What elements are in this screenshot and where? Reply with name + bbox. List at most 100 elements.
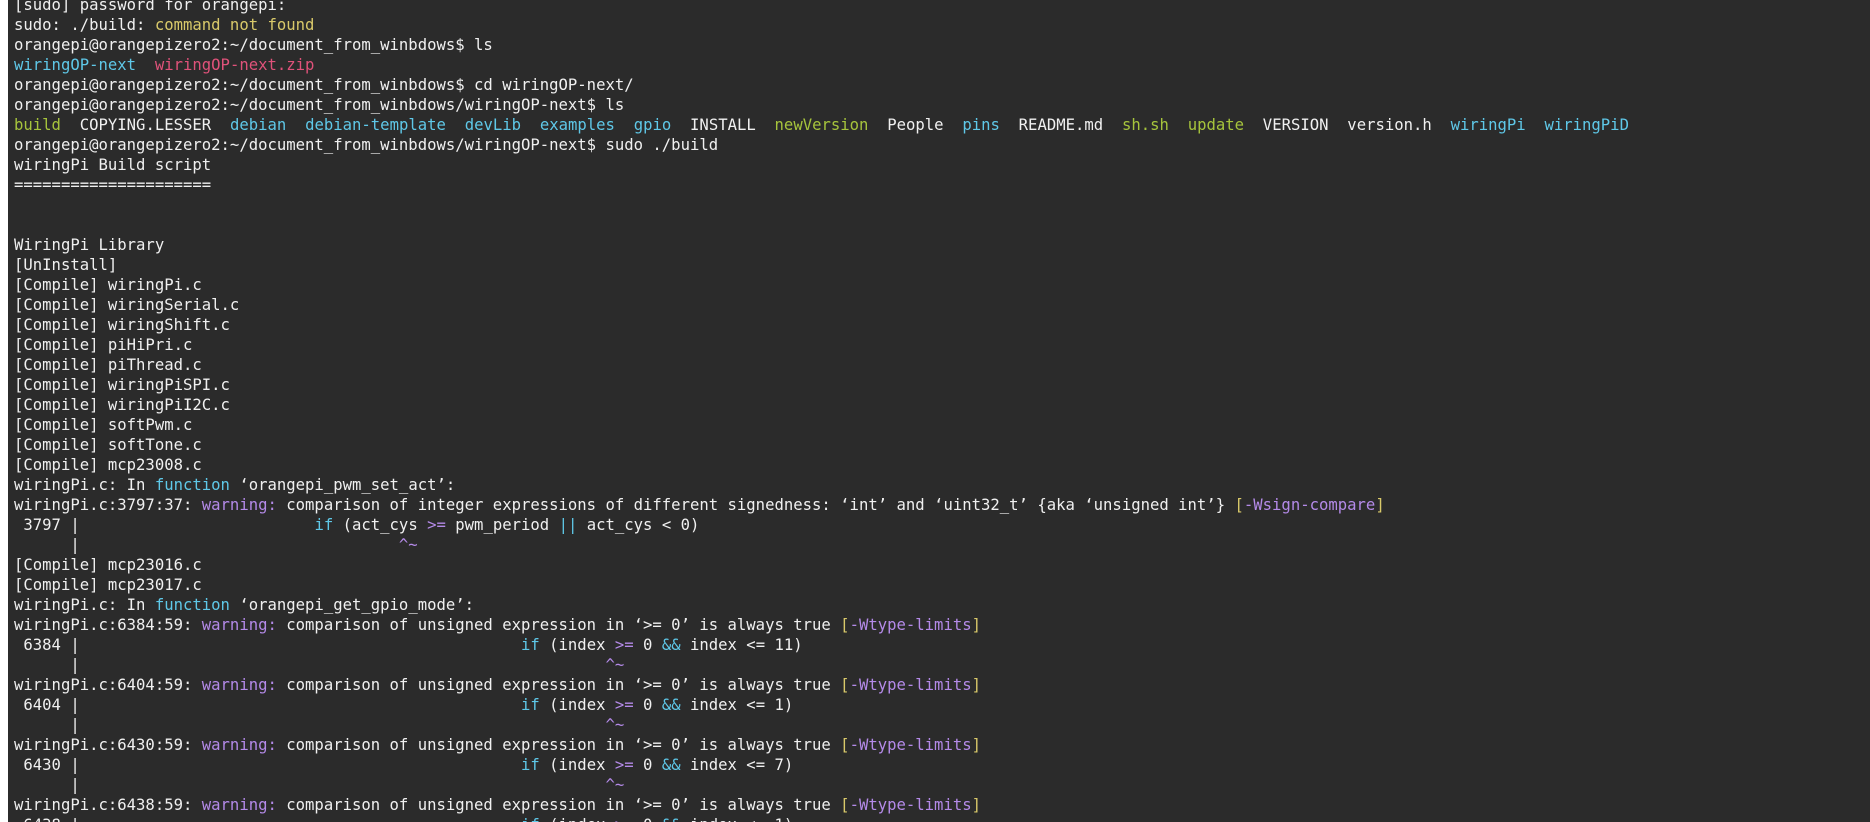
terminal-text-segment: orangepi@orangepizero2:~/document_from_w… [14,36,493,54]
terminal-text-segment: comparison of unsigned expression in ‘>=… [276,796,841,814]
terminal-text-segment: ‘orangepi_pwm_set_act’: [229,476,456,494]
terminal-line: orangepi@orangepizero2:~/document_from_w… [14,75,1870,95]
terminal-line: wiringPi.c:6404:59: warning: comparison … [14,675,1870,695]
terminal-window[interactable]: [sudo] password for orangepi: sudo: ./bui… [0,0,1870,822]
terminal-text-segment: wiringPi.c:3797:37: [14,496,202,514]
terminal-line: [Compile] mcp23017.c [14,575,1870,595]
terminal-text-segment: [ [1234,496,1244,514]
terminal-text-segment: index <= 7) [680,756,794,774]
terminal-screen[interactable]: [sudo] password for orangepi: sudo: ./bui… [8,0,1870,822]
terminal-text-segment: (index [539,696,615,714]
terminal-line: [Compile] wiringPiSPI.c [14,375,1870,395]
terminal-text-segment: debian-template [305,116,446,134]
terminal-text-segment: [Compile] wiringPiSPI.c [14,376,230,394]
terminal-text-segment: if [521,816,540,822]
terminal-text-segment: People [868,116,963,134]
terminal-line: wiringPi.c: In function ‘orangepi_get_gp… [14,595,1870,615]
terminal-text-segment: [Compile] wiringPi.c [14,276,202,294]
terminal-line: 3797 | if (act_cys >= pwm_period || act_… [14,515,1870,535]
terminal-text-segment: comparison of unsigned expression in ‘>=… [276,736,841,754]
terminal-text-segment: gpio [633,116,672,134]
terminal-text-segment: ^~ [605,656,625,674]
terminal-line: [Compile] piThread.c [14,355,1870,375]
terminal-text-segment: 6404 | [14,696,521,714]
terminal-text-segment: comparison of unsigned expression in ‘>=… [276,616,841,634]
terminal-line: [Compile] wiringSerial.c [14,295,1870,315]
terminal-text-segment: 3797 | [14,516,315,534]
terminal-text-segment: [Compile] wiringShift.c [14,316,230,334]
terminal-text-segment: 6438 | [14,816,521,822]
terminal-line: [Compile] softTone.c [14,435,1870,455]
terminal-line: [sudo] password for orangepi: [14,0,1870,15]
terminal-line: wiringPi.c: In function ‘orangepi_pwm_se… [14,475,1870,495]
terminal-line: [Compile] wiringShift.c [14,315,1870,335]
terminal-text-segment: warning: [201,676,277,694]
terminal-text-segment: wiringPi.c:6404:59: [14,676,202,694]
terminal-text-segment: [Compile] softPwm.c [14,416,193,434]
terminal-line: 6384 | if (index >= 0 && index <= 11) [14,635,1870,655]
terminal-text-segment: 0 [633,756,662,774]
terminal-text-segment: function [154,596,230,614]
terminal-text-segment: sudo: ./build: [14,16,155,34]
terminal-text-segment: 6430 | [14,756,521,774]
terminal-text-segment: VERSION version.h [1244,116,1451,134]
terminal-text-segment: ] [971,736,982,754]
terminal-text-segment: orangepi@orangepizero2:~/document_from_w… [14,136,719,154]
terminal-text-segment: if [520,636,540,654]
terminal-line: 6438 | if (index >= 0 && index <= 1) [14,815,1870,822]
terminal-text-segment: [sudo] password for orangepi: [14,0,287,14]
terminal-text-segment: orangepi@orangepizero2:~/document_from_w… [14,76,634,94]
terminal-line: orangepi@orangepizero2:~/document_from_w… [14,135,1870,155]
terminal-line: ===================== [14,175,1870,195]
terminal-text-segment: && [661,696,681,714]
terminal-text-segment: comparison of integer expressions of dif… [276,496,1235,514]
terminal-text-segment: wiringPi.c: In [14,476,155,494]
terminal-line: | ^~ [14,655,1870,675]
terminal-text-segment: wiringPi Build script [14,156,212,174]
terminal-text-segment: wiringPi [1450,116,1526,134]
terminal-text-segment: 6384 | [14,636,521,654]
terminal-text-segment: [ [840,796,850,814]
terminal-text-segment: INSTALL [671,116,775,134]
terminal-text-segment: ^~ [398,536,418,554]
terminal-text-segment: 0 [633,636,662,654]
terminal-line: wiringPi.c:6438:59: warning: comparison … [14,795,1870,815]
terminal-text-segment: [Compile] wiringPiI2C.c [14,396,230,414]
terminal-text-segment: pins [962,116,1000,134]
terminal-text-segment: [Compile] piHiPri.c [14,336,193,354]
terminal-text-segment: [UnInstall] [14,256,118,274]
terminal-text-segment: (act_cys [333,516,428,534]
terminal-text-segment: README.md [999,116,1122,134]
terminal-text-segment: || [558,516,578,534]
terminal-text-segment: update [1187,116,1245,134]
terminal-text-segment: [Compile] mcp23016.c [14,556,202,574]
terminal-text-segment: >= [614,696,634,714]
terminal-text-segment: sh.sh [1121,116,1169,134]
terminal-text-segment: if [520,696,540,714]
terminal-text-segment: warning: [201,796,277,814]
terminal-line: [Compile] softPwm.c [14,415,1870,435]
terminal-text-segment: if [314,516,334,534]
terminal-text-segment: ] [971,796,982,814]
terminal-text-segment: examples [539,116,615,134]
terminal-text-segment: function [154,476,230,494]
terminal-line: sudo: ./build: command not found [14,15,1870,35]
terminal-line: orangepi@orangepizero2:~/document_from_w… [14,95,1870,115]
terminal-line: wiringPi Build script [14,155,1870,175]
terminal-text-segment: -Wtype-limits [849,616,972,634]
terminal-text-segment: COPYING.LESSER [60,116,230,134]
terminal-text-segment: WiringPi Library [14,236,165,254]
terminal-line: [Compile] piHiPri.c [14,335,1870,355]
terminal-text-segment: devLib [464,116,522,134]
terminal-text-segment: && [661,756,681,774]
terminal-text-segment: act_cys < 0) [577,516,700,534]
terminal-line: [Compile] mcp23008.c [14,455,1870,475]
terminal-line: [Compile] wiringPi.c [14,275,1870,295]
